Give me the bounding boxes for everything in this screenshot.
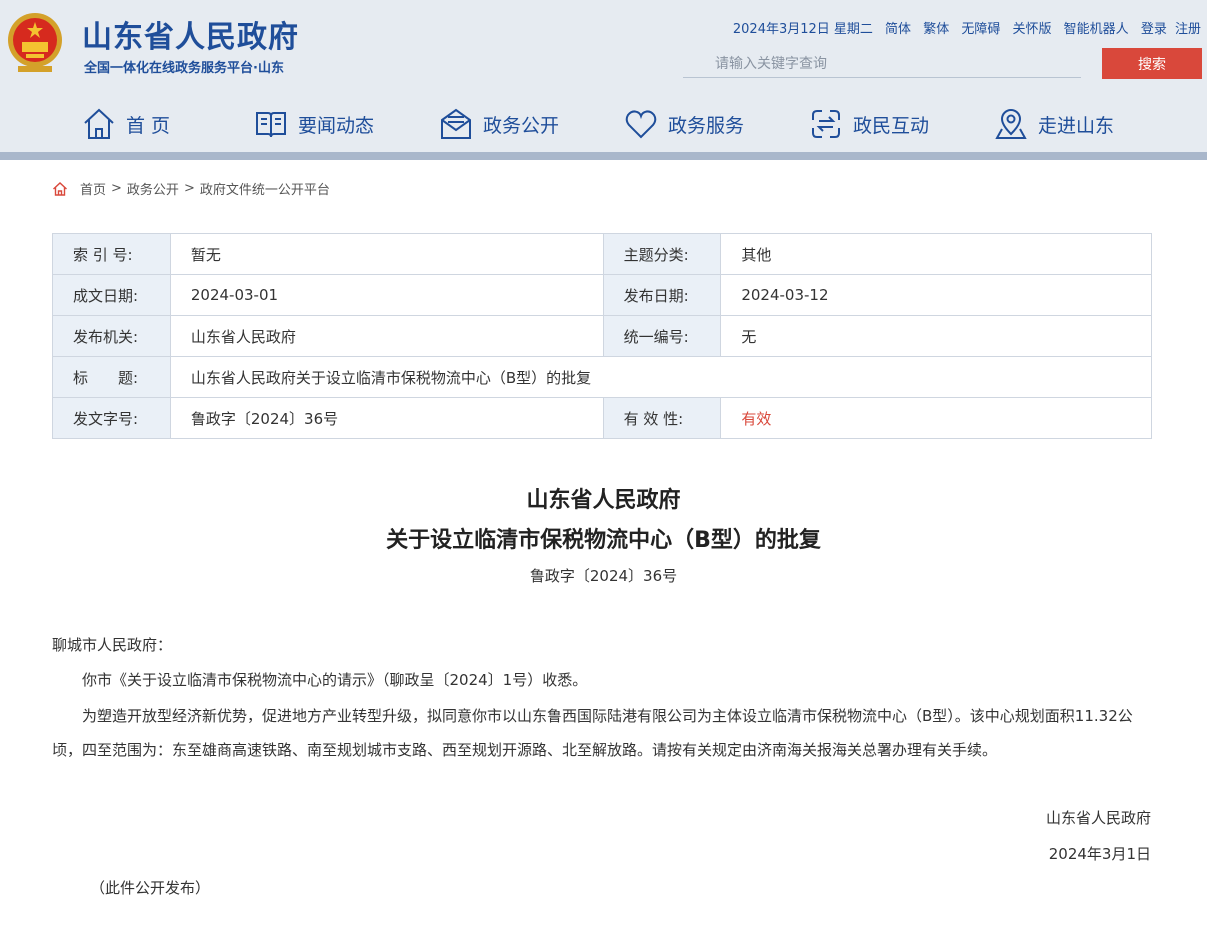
validity-label: 有 效 性: (602, 397, 722, 439)
breadcrumb-separator: > (111, 181, 122, 196)
table-row: 发文字号: 鲁政字〔2024〕36号 有 效 性: 有效 (52, 397, 1152, 439)
docno-value: 鲁政字〔2024〕36号 (169, 397, 604, 439)
code-label: 统一编号: (602, 315, 722, 357)
nav-item-home[interactable]: 首 页 (82, 96, 170, 152)
link-accessibility[interactable]: 无障碍 (961, 22, 1000, 37)
written-date-value: 2024-03-01 (169, 274, 604, 316)
document-title-issuer: 山东省人民政府 (526, 488, 681, 513)
document-paragraph: 为塑造开放型经济新优势，促进地方产业转型升级，拟同意你市以山东鲁西国际陆港有限公… (52, 707, 1133, 759)
topic-value: 其他 (720, 233, 1152, 275)
breadcrumb-platform[interactable]: 政府文件统一公开平台 (200, 179, 330, 198)
title-label: 标 题: (52, 356, 171, 398)
breadcrumb-home[interactable]: 首页 (80, 179, 106, 198)
site-title[interactable]: 山东省人民政府 (82, 12, 299, 56)
nav-label: 首 页 (126, 114, 171, 137)
main-nav: 首 页 要闻动态 政务公开 政务服务 政民互动 走进山东 (0, 96, 1207, 152)
link-robot[interactable]: 智能机器人 (1064, 22, 1129, 37)
document-meta-table: 索 引 号: 暂无 主题分类: 其他 成文日期: 2024-03-01 发布日期… (52, 233, 1153, 439)
nav-item-interaction[interactable]: 政民互动 (809, 96, 929, 152)
title-value: 山东省人民政府关于设立临清市保税物流中心（B型）的批复 (169, 356, 1153, 398)
search-input[interactable] (683, 50, 1081, 78)
document-signature: 山东省人民政府 (1045, 809, 1151, 827)
search-button[interactable]: 搜索 (1102, 48, 1202, 79)
nav-label: 政务公开 (483, 114, 560, 137)
home-icon (53, 181, 67, 196)
nav-label: 政务服务 (668, 114, 745, 137)
breadcrumb-open-gov[interactable]: 政务公开 (127, 179, 179, 198)
site-header: 山东省人民政府 全国一体化在线政务服务平台·山东 2024年3月12日 星期二 … (0, 0, 1207, 152)
breadcrumb: 首页 > 政务公开 > 政府文件统一公开平台 (52, 179, 330, 198)
code-value: 无 (720, 315, 1152, 357)
publish-date-value: 2024-03-12 (720, 274, 1152, 316)
link-traditional[interactable]: 繁体 (923, 22, 949, 37)
home-icon (84, 108, 114, 139)
table-row: 成文日期: 2024-03-01 发布日期: 2024-03-12 (52, 274, 1152, 316)
nav-item-news[interactable]: 要闻动态 (254, 96, 374, 152)
index-label: 索 引 号: (52, 233, 171, 275)
link-elder-mode[interactable]: 关怀版 (1013, 22, 1052, 37)
breadcrumb-separator: > (183, 181, 195, 196)
org-label: 发布机关: (52, 315, 171, 357)
site-subtitle[interactable]: 全国一体化在线政务服务平台·山东 (84, 57, 284, 76)
nav-divider (0, 152, 1207, 160)
mail-icon (441, 108, 471, 139)
heart-icon (625, 110, 657, 139)
validity-value: 有效 (720, 397, 1152, 439)
written-date-label: 成文日期: (52, 274, 171, 316)
top-links: 2024年3月12日 星期二 简体 繁体 无障碍 关怀版 智能机器人 登录 注册 (733, 18, 1201, 37)
document-number: 鲁政字〔2024〕36号 (529, 567, 678, 585)
link-simplified[interactable]: 简体 (885, 22, 911, 37)
nav-item-shandong[interactable]: 走进山东 (994, 96, 1114, 152)
document-salutation: 聊城市人民政府： (52, 636, 173, 654)
nav-item-services[interactable]: 政务服务 (624, 96, 744, 152)
index-value: 暂无 (169, 233, 604, 275)
table-row: 标 题: 山东省人民政府关于设立临清市保税物流中心（B型）的批复 (52, 356, 1153, 398)
link-login[interactable]: 登录 (1141, 22, 1167, 37)
docno-label: 发文字号: (52, 397, 171, 439)
main-content: 首页 > 政务公开 > 政府文件统一公开平台 索 引 号: 暂无 主题分类: 其… (0, 160, 1207, 925)
document-note: （此件公开发布） (90, 879, 211, 897)
document-paragraph: 你市《关于设立临清市保税物流中心的请示》（聊政呈〔2024〕1号）收悉。 (82, 671, 588, 689)
table-row: 发布机关: 山东省人民政府 统一编号: 无 (52, 315, 1152, 357)
table-row: 索 引 号: 暂无 主题分类: 其他 (52, 233, 1152, 275)
book-icon (256, 112, 286, 138)
nav-label: 要闻动态 (298, 114, 375, 137)
document-sign-date: 2024年3月1日 (1048, 845, 1151, 863)
exchange-icon (812, 110, 840, 138)
nav-label: 走进山东 (1038, 114, 1115, 137)
publish-date-label: 发布日期: (602, 274, 722, 316)
nav-label: 政民互动 (853, 114, 930, 137)
document-title: 关于设立临清市保税物流中心（B型）的批复 (386, 528, 821, 553)
topic-label: 主题分类: (602, 233, 722, 275)
nav-item-open-gov[interactable]: 政务公开 (439, 96, 559, 152)
org-value: 山东省人民政府 (169, 315, 604, 357)
map-pin-icon (995, 109, 1027, 139)
link-register[interactable]: 注册 (1175, 22, 1201, 37)
national-emblem-icon (8, 13, 62, 72)
current-date: 2024年3月12日 星期二 (732, 22, 873, 37)
